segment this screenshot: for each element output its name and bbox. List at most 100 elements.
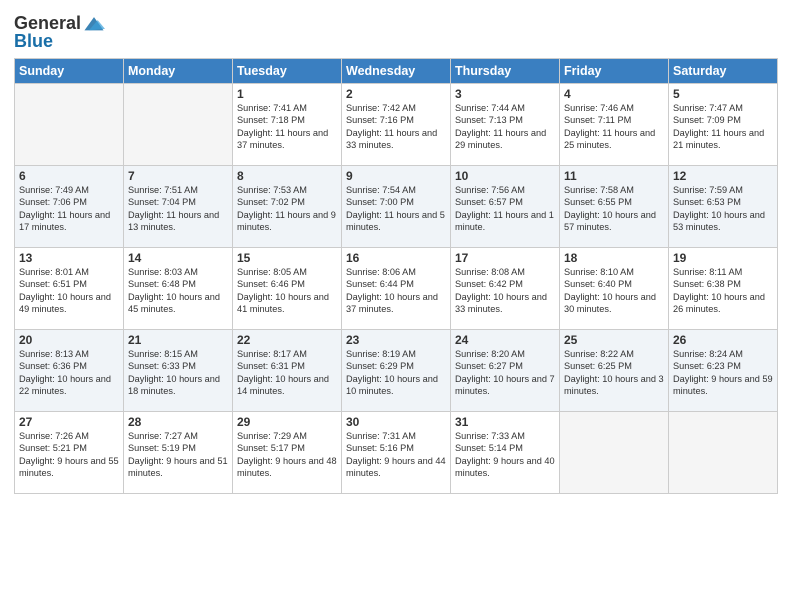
day-info: Sunrise: 8:19 AM Sunset: 6:29 PM Dayligh… — [346, 348, 446, 398]
day-info: Sunrise: 7:47 AM Sunset: 7:09 PM Dayligh… — [673, 102, 773, 152]
calendar-cell: 10Sunrise: 7:56 AM Sunset: 6:57 PM Dayli… — [451, 165, 560, 247]
calendar-cell: 8Sunrise: 7:53 AM Sunset: 7:02 PM Daylig… — [233, 165, 342, 247]
day-number: 20 — [19, 333, 119, 347]
day-number: 11 — [564, 169, 664, 183]
day-number: 21 — [128, 333, 228, 347]
calendar-cell: 7Sunrise: 7:51 AM Sunset: 7:04 PM Daylig… — [124, 165, 233, 247]
calendar-cell: 19Sunrise: 8:11 AM Sunset: 6:38 PM Dayli… — [669, 247, 778, 329]
day-number: 15 — [237, 251, 337, 265]
col-header-thursday: Thursday — [451, 58, 560, 83]
day-info: Sunrise: 7:49 AM Sunset: 7:06 PM Dayligh… — [19, 184, 119, 234]
calendar-cell: 22Sunrise: 8:17 AM Sunset: 6:31 PM Dayli… — [233, 329, 342, 411]
day-number: 27 — [19, 415, 119, 429]
col-header-monday: Monday — [124, 58, 233, 83]
calendar-cell: 24Sunrise: 8:20 AM Sunset: 6:27 PM Dayli… — [451, 329, 560, 411]
day-info: Sunrise: 8:03 AM Sunset: 6:48 PM Dayligh… — [128, 266, 228, 316]
day-number: 22 — [237, 333, 337, 347]
day-info: Sunrise: 7:41 AM Sunset: 7:18 PM Dayligh… — [237, 102, 337, 152]
day-number: 31 — [455, 415, 555, 429]
day-info: Sunrise: 7:46 AM Sunset: 7:11 PM Dayligh… — [564, 102, 664, 152]
col-header-saturday: Saturday — [669, 58, 778, 83]
day-info: Sunrise: 7:29 AM Sunset: 5:17 PM Dayligh… — [237, 430, 337, 480]
day-info: Sunrise: 8:13 AM Sunset: 6:36 PM Dayligh… — [19, 348, 119, 398]
day-number: 24 — [455, 333, 555, 347]
day-info: Sunrise: 7:44 AM Sunset: 7:13 PM Dayligh… — [455, 102, 555, 152]
day-number: 5 — [673, 87, 773, 101]
logo: General Blue — [14, 14, 105, 52]
calendar-week-row: 13Sunrise: 8:01 AM Sunset: 6:51 PM Dayli… — [15, 247, 778, 329]
calendar-cell: 12Sunrise: 7:59 AM Sunset: 6:53 PM Dayli… — [669, 165, 778, 247]
day-number: 17 — [455, 251, 555, 265]
logo-text-blue: Blue — [14, 32, 105, 52]
logo-icon — [83, 12, 105, 34]
calendar-table: SundayMondayTuesdayWednesdayThursdayFrid… — [14, 58, 778, 494]
calendar-cell: 5Sunrise: 7:47 AM Sunset: 7:09 PM Daylig… — [669, 83, 778, 165]
calendar-week-row: 20Sunrise: 8:13 AM Sunset: 6:36 PM Dayli… — [15, 329, 778, 411]
calendar-cell — [124, 83, 233, 165]
day-number: 8 — [237, 169, 337, 183]
day-info: Sunrise: 7:53 AM Sunset: 7:02 PM Dayligh… — [237, 184, 337, 234]
calendar-cell: 29Sunrise: 7:29 AM Sunset: 5:17 PM Dayli… — [233, 411, 342, 493]
calendar-cell: 9Sunrise: 7:54 AM Sunset: 7:00 PM Daylig… — [342, 165, 451, 247]
day-info: Sunrise: 8:15 AM Sunset: 6:33 PM Dayligh… — [128, 348, 228, 398]
calendar-cell: 30Sunrise: 7:31 AM Sunset: 5:16 PM Dayli… — [342, 411, 451, 493]
day-number: 12 — [673, 169, 773, 183]
calendar-cell — [669, 411, 778, 493]
calendar-cell: 25Sunrise: 8:22 AM Sunset: 6:25 PM Dayli… — [560, 329, 669, 411]
calendar-cell — [15, 83, 124, 165]
day-info: Sunrise: 7:31 AM Sunset: 5:16 PM Dayligh… — [346, 430, 446, 480]
day-info: Sunrise: 7:26 AM Sunset: 5:21 PM Dayligh… — [19, 430, 119, 480]
col-header-tuesday: Tuesday — [233, 58, 342, 83]
day-number: 28 — [128, 415, 228, 429]
page-header: General Blue — [14, 10, 778, 52]
calendar-cell: 20Sunrise: 8:13 AM Sunset: 6:36 PM Dayli… — [15, 329, 124, 411]
calendar-week-row: 27Sunrise: 7:26 AM Sunset: 5:21 PM Dayli… — [15, 411, 778, 493]
day-number: 1 — [237, 87, 337, 101]
day-info: Sunrise: 8:06 AM Sunset: 6:44 PM Dayligh… — [346, 266, 446, 316]
calendar-cell: 17Sunrise: 8:08 AM Sunset: 6:42 PM Dayli… — [451, 247, 560, 329]
day-number: 2 — [346, 87, 446, 101]
calendar-body: 1Sunrise: 7:41 AM Sunset: 7:18 PM Daylig… — [15, 83, 778, 493]
calendar-cell: 15Sunrise: 8:05 AM Sunset: 6:46 PM Dayli… — [233, 247, 342, 329]
day-number: 7 — [128, 169, 228, 183]
day-number: 10 — [455, 169, 555, 183]
day-info: Sunrise: 8:05 AM Sunset: 6:46 PM Dayligh… — [237, 266, 337, 316]
day-number: 4 — [564, 87, 664, 101]
day-number: 26 — [673, 333, 773, 347]
calendar-cell: 6Sunrise: 7:49 AM Sunset: 7:06 PM Daylig… — [15, 165, 124, 247]
day-info: Sunrise: 8:11 AM Sunset: 6:38 PM Dayligh… — [673, 266, 773, 316]
day-number: 3 — [455, 87, 555, 101]
calendar-week-row: 6Sunrise: 7:49 AM Sunset: 7:06 PM Daylig… — [15, 165, 778, 247]
col-header-friday: Friday — [560, 58, 669, 83]
day-number: 29 — [237, 415, 337, 429]
day-number: 9 — [346, 169, 446, 183]
calendar-week-row: 1Sunrise: 7:41 AM Sunset: 7:18 PM Daylig… — [15, 83, 778, 165]
calendar-cell: 3Sunrise: 7:44 AM Sunset: 7:13 PM Daylig… — [451, 83, 560, 165]
calendar-cell: 13Sunrise: 8:01 AM Sunset: 6:51 PM Dayli… — [15, 247, 124, 329]
calendar-cell: 4Sunrise: 7:46 AM Sunset: 7:11 PM Daylig… — [560, 83, 669, 165]
day-number: 16 — [346, 251, 446, 265]
calendar-header-row: SundayMondayTuesdayWednesdayThursdayFrid… — [15, 58, 778, 83]
calendar-cell: 23Sunrise: 8:19 AM Sunset: 6:29 PM Dayli… — [342, 329, 451, 411]
day-number: 14 — [128, 251, 228, 265]
calendar-cell: 1Sunrise: 7:41 AM Sunset: 7:18 PM Daylig… — [233, 83, 342, 165]
day-info: Sunrise: 7:33 AM Sunset: 5:14 PM Dayligh… — [455, 430, 555, 480]
day-info: Sunrise: 7:27 AM Sunset: 5:19 PM Dayligh… — [128, 430, 228, 480]
day-info: Sunrise: 8:01 AM Sunset: 6:51 PM Dayligh… — [19, 266, 119, 316]
day-info: Sunrise: 8:08 AM Sunset: 6:42 PM Dayligh… — [455, 266, 555, 316]
day-info: Sunrise: 8:20 AM Sunset: 6:27 PM Dayligh… — [455, 348, 555, 398]
col-header-sunday: Sunday — [15, 58, 124, 83]
day-info: Sunrise: 7:54 AM Sunset: 7:00 PM Dayligh… — [346, 184, 446, 234]
day-number: 30 — [346, 415, 446, 429]
calendar-cell: 27Sunrise: 7:26 AM Sunset: 5:21 PM Dayli… — [15, 411, 124, 493]
calendar-cell: 14Sunrise: 8:03 AM Sunset: 6:48 PM Dayli… — [124, 247, 233, 329]
day-number: 23 — [346, 333, 446, 347]
day-info: Sunrise: 7:59 AM Sunset: 6:53 PM Dayligh… — [673, 184, 773, 234]
col-header-wednesday: Wednesday — [342, 58, 451, 83]
calendar-cell: 26Sunrise: 8:24 AM Sunset: 6:23 PM Dayli… — [669, 329, 778, 411]
day-info: Sunrise: 8:17 AM Sunset: 6:31 PM Dayligh… — [237, 348, 337, 398]
day-number: 13 — [19, 251, 119, 265]
day-info: Sunrise: 7:58 AM Sunset: 6:55 PM Dayligh… — [564, 184, 664, 234]
day-number: 19 — [673, 251, 773, 265]
day-info: Sunrise: 8:22 AM Sunset: 6:25 PM Dayligh… — [564, 348, 664, 398]
